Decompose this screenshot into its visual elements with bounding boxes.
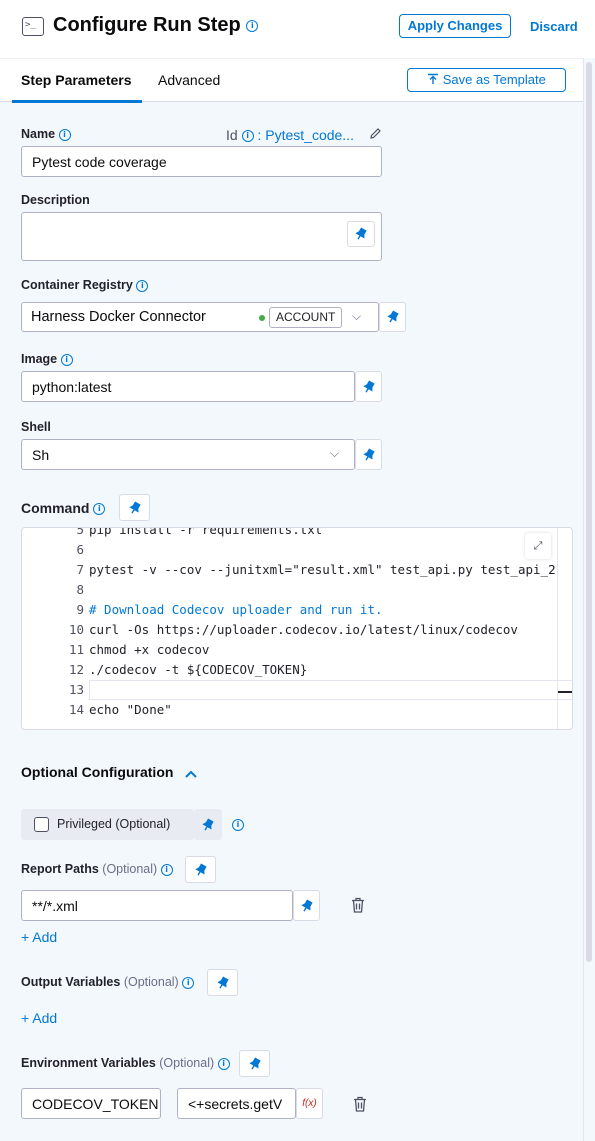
fx-expression-button[interactable]: f(x) [296, 1088, 323, 1119]
info-icon[interactable]: i [232, 819, 244, 831]
container-registry-label: Container Registry i [21, 278, 149, 292]
line-number: 6 [76, 542, 84, 557]
pin-icon[interactable] [293, 890, 320, 921]
info-icon[interactable]: i [160, 863, 173, 876]
name-input[interactable]: Pytest code coverage [21, 146, 382, 177]
container-registry-select[interactable]: Harness Docker Connector ACCOUNT ⌵ [21, 302, 379, 332]
line-number: 14 [68, 702, 84, 717]
editor-divider [557, 528, 558, 729]
line-number: 5 [76, 527, 84, 537]
shell-label: Shell [21, 420, 51, 434]
tab-bar: Step Parameters Advanced Save as Templat… [0, 58, 583, 103]
info-icon[interactable]: i [217, 1057, 230, 1070]
info-icon[interactable]: i [58, 128, 71, 141]
trash-icon[interactable] [349, 896, 367, 914]
expand-icon[interactable]: ⤢ [525, 533, 551, 559]
apply-changes-button[interactable]: Apply Changes [399, 14, 511, 38]
optional-config-header[interactable]: Optional Configuration [21, 764, 198, 781]
line-number: 9 [76, 602, 84, 617]
code-line: pytest -v --cov --junitxml="result.xml" … [89, 562, 556, 577]
output-variables-label: Output Variables (Optional) i [21, 975, 195, 989]
chevron-up-icon[interactable] [185, 765, 198, 781]
current-line-highlight [89, 680, 572, 700]
env-value-input[interactable]: <+secrets.getV [177, 1088, 296, 1119]
info-icon[interactable]: i [241, 130, 254, 143]
add-report-path-button[interactable]: + Add [21, 929, 57, 945]
terminal-icon: >_ [22, 17, 44, 36]
info-icon[interactable]: i [182, 976, 195, 989]
step-header: >_ Configure Run Step i Apply Changes Di… [0, 0, 595, 58]
pin-icon[interactable] [355, 439, 382, 470]
code-line: echo "Done" [89, 702, 172, 717]
env-key-input[interactable]: CODECOV_TOKEN [21, 1088, 161, 1119]
optional-config-title: Optional Configuration [21, 764, 174, 780]
discard-button[interactable]: Discard [530, 19, 578, 34]
privileged-checkbox-row[interactable]: Privileged (Optional) [21, 809, 194, 840]
info-icon[interactable]: i [60, 353, 73, 366]
pin-icon[interactable] [194, 809, 222, 840]
trash-icon[interactable] [351, 1095, 369, 1113]
pencil-icon[interactable] [369, 127, 382, 145]
add-output-variable-button[interactable]: + Add [21, 1010, 57, 1026]
tab-advanced[interactable]: Advanced [158, 72, 220, 88]
code-line: pip install -r requirements.txt [89, 527, 323, 537]
pin-icon[interactable] [379, 302, 406, 332]
info-icon[interactable]: i [136, 279, 149, 292]
privileged-checkbox[interactable] [34, 817, 49, 832]
code-line: ./codecov -t ${CODECOV_TOKEN} [89, 662, 308, 677]
code-line: chmod +x codecov [89, 642, 210, 657]
pin-icon[interactable] [355, 371, 382, 402]
shell-select[interactable]: Sh ⌵ [21, 439, 355, 470]
chevron-down-icon[interactable]: ⌵ [352, 309, 361, 324]
line-number: 8 [76, 582, 84, 597]
command-label: Command i [21, 500, 106, 516]
pin-icon[interactable] [347, 221, 375, 247]
line-number: 13 [68, 682, 84, 697]
save-as-template-button[interactable]: Save as Template [407, 68, 566, 92]
env-variables-label: Environment Variables (Optional) i [21, 1056, 230, 1070]
tab-step-parameters[interactable]: Step Parameters [21, 72, 132, 88]
info-icon[interactable]: i [246, 19, 259, 32]
id-value[interactable]: : Pytest_code... [257, 127, 354, 143]
code-line: # Download Codecov uploader and run it. [89, 602, 383, 617]
shell-value: Sh [32, 446, 50, 463]
scope-badge: ACCOUNT [269, 307, 343, 328]
chevron-down-icon[interactable]: ⌵ [330, 446, 339, 461]
line-number: 10 [68, 622, 84, 637]
description-textarea[interactable] [21, 212, 382, 261]
name-label: Name i [21, 127, 71, 141]
pin-icon[interactable] [119, 494, 150, 521]
container-registry-value: Harness Docker Connector [31, 309, 206, 325]
report-path-input[interactable]: **/*.xml [21, 890, 293, 921]
line-number: 7 [76, 562, 84, 577]
page-title-text: Configure Run Step [53, 14, 241, 36]
description-label: Description [21, 193, 90, 207]
pin-icon[interactable] [207, 969, 238, 996]
save-as-template-label: Save as Template [442, 72, 546, 87]
image-input[interactable]: python:latest [21, 371, 355, 402]
privileged-label: Privileged (Optional) [57, 817, 171, 831]
command-editor[interactable]: 5 pip install -r requirements.txt 6 7 py… [21, 527, 573, 730]
id-label: Id i : Pytest_code... [226, 127, 354, 143]
pin-icon[interactable] [239, 1050, 270, 1077]
code-line: curl -Os https://uploader.codecov.io/lat… [89, 622, 518, 637]
active-tab-indicator [12, 100, 142, 103]
pin-icon[interactable] [185, 856, 216, 883]
page-title: Configure Run Step i [53, 14, 259, 37]
info-icon[interactable]: i [93, 503, 106, 516]
line-number: 12 [68, 662, 84, 677]
line-number: 11 [68, 642, 84, 657]
connected-status-dot [259, 315, 265, 321]
image-label: Image i [21, 352, 73, 366]
report-paths-label: Report Paths (Optional) i [21, 862, 173, 876]
text-cursor [558, 691, 572, 693]
upload-icon [427, 70, 439, 92]
scrollbar-thumb[interactable] [586, 62, 592, 962]
